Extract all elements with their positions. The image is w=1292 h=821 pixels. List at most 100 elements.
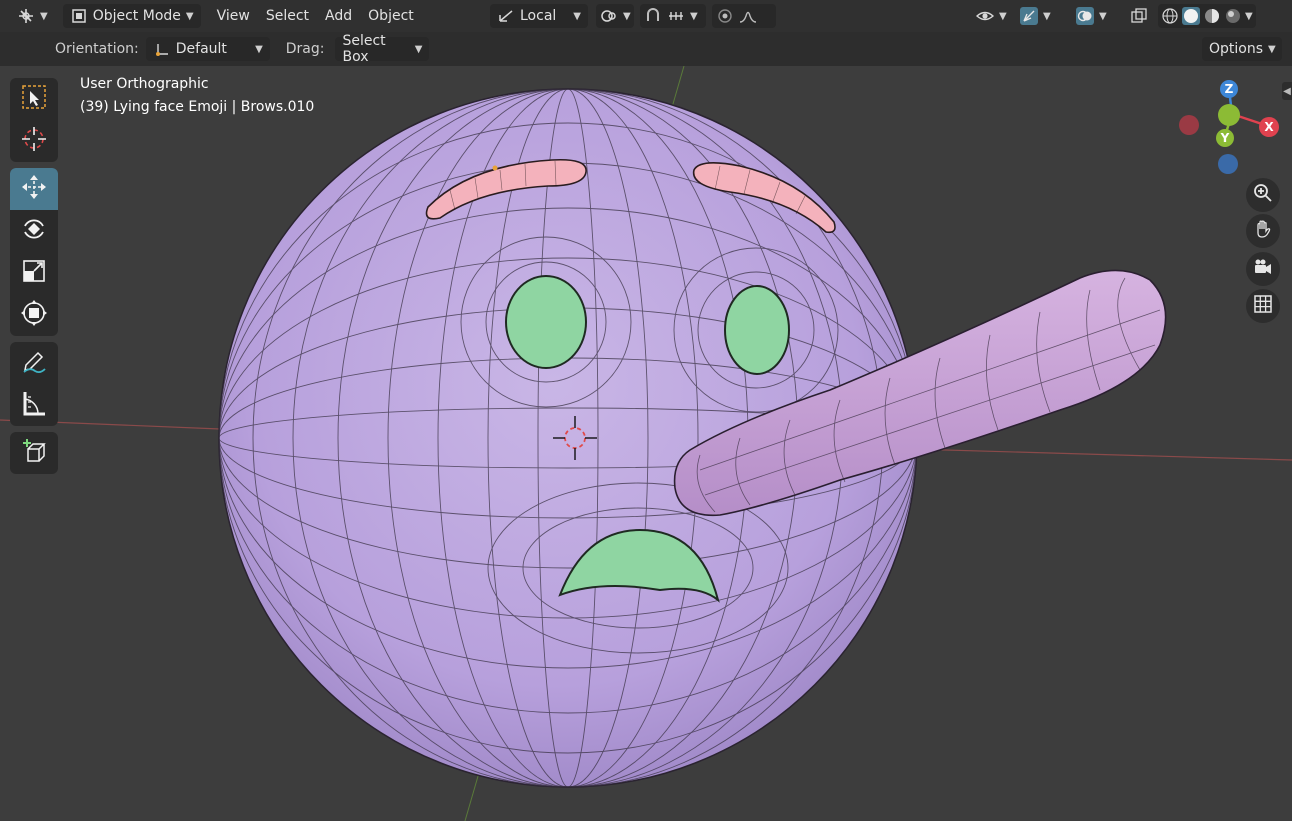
menu-object[interactable]: Object	[360, 8, 422, 24]
annotate-tool[interactable]	[10, 342, 58, 384]
drag-select-dropdown[interactable]: Select Box ▼	[335, 33, 430, 65]
editor-type-button[interactable]: ▼	[10, 4, 55, 28]
measure-ruler-icon	[20, 389, 48, 421]
chevron-down-icon[interactable]: ▼	[1245, 11, 1253, 22]
snap-increment-icon	[667, 7, 685, 25]
header-menus: View Select Add Object	[209, 8, 422, 24]
shading-solid-icon[interactable]	[1182, 7, 1200, 25]
gizmo-y[interactable]: Y	[1216, 129, 1234, 147]
overlay-toggle[interactable]: ▼	[1072, 4, 1111, 28]
snap-group[interactable]: ▼	[640, 4, 706, 28]
viewport-header: ▼ Object Mode ▼ View Select Add Object L…	[0, 0, 1292, 32]
gizmo-x[interactable]: X	[1259, 117, 1279, 137]
sidebar-toggle-arrow[interactable]: ◀	[1282, 82, 1292, 100]
transform-tool[interactable]	[10, 294, 58, 336]
chevron-down-icon: ▼	[1043, 10, 1051, 22]
transform-orientation-dropdown[interactable]: Local ▼	[490, 4, 588, 28]
orientation-default-dropdown[interactable]: Default ▼	[145, 37, 270, 61]
chevron-down-icon: ▼	[255, 43, 263, 55]
move-icon	[20, 173, 48, 205]
shading-material-icon[interactable]	[1203, 7, 1221, 25]
view-name: User Orthographic	[80, 76, 209, 92]
pivot-point-dropdown[interactable]: ▼	[596, 4, 634, 28]
object-origin	[492, 165, 498, 171]
menu-select[interactable]: Select	[258, 8, 317, 24]
add-cube-icon	[20, 437, 48, 469]
gizmo-icon	[1020, 7, 1038, 25]
overlay-icon	[1076, 7, 1094, 25]
tool-settings-header: Orientation: Default ▼ Drag: Select Box …	[0, 32, 1292, 66]
gizmo-y-neg-ball[interactable]	[1218, 104, 1240, 126]
scene-render	[0, 66, 1292, 821]
gizmo-neg-z[interactable]	[1218, 154, 1238, 174]
menu-add[interactable]: Add	[317, 8, 360, 24]
select-box-tool[interactable]	[10, 78, 58, 120]
mode-dropdown[interactable]: Object Mode ▼	[62, 4, 201, 28]
tool-group-add	[10, 432, 58, 474]
falloff-icon	[739, 7, 757, 25]
drag-value: Select Box	[342, 33, 386, 65]
move-tool[interactable]	[10, 168, 58, 210]
transform-icon	[20, 299, 48, 331]
menu-view[interactable]: View	[209, 8, 258, 24]
measure-tool[interactable]	[10, 384, 58, 426]
3d-viewport[interactable]: User Orthographic (39) Lying face Emoji …	[0, 66, 1292, 821]
chevron-down-icon: ▼	[999, 10, 1007, 22]
gizmo-z[interactable]: Z	[1220, 80, 1238, 98]
local-orientation-icon	[497, 7, 515, 25]
mode-label: Object Mode	[92, 8, 181, 24]
chevron-down-icon: ▼	[623, 10, 631, 22]
editor-type-icon	[17, 7, 35, 25]
shading-modes: ▼	[1158, 4, 1256, 28]
chevron-down-icon: ▼	[414, 43, 423, 55]
navigation-gizmo[interactable]: Z X Y	[1170, 76, 1282, 188]
pivot-icon	[600, 7, 618, 25]
chevron-down-icon: ▼	[690, 10, 698, 22]
rotate-icon	[20, 215, 48, 247]
gizmo-x-label: X	[1264, 120, 1274, 134]
gizmo-z-label: Z	[1224, 82, 1234, 96]
visibility-icon	[976, 7, 994, 25]
select-box-icon	[20, 83, 48, 115]
gizmo-neg-x[interactable]	[1179, 115, 1199, 135]
chevron-down-icon: ▼	[1099, 10, 1107, 22]
orientation-field-label: Orientation:	[55, 41, 139, 57]
tool-group-select	[10, 78, 58, 162]
left-eye	[505, 275, 587, 369]
zoom-icon	[1253, 183, 1273, 207]
drag-field-label: Drag:	[285, 41, 325, 57]
orientation-value: Default	[175, 41, 227, 57]
object-mode-icon	[70, 7, 88, 25]
pan-hand-icon	[1253, 219, 1273, 243]
chevron-down-icon: ▼	[40, 10, 48, 22]
camera-icon	[1253, 257, 1273, 281]
gizmo-toggle[interactable]: ▼	[1016, 4, 1055, 28]
scale-tool[interactable]	[10, 252, 58, 294]
xray-icon	[1130, 7, 1148, 25]
cursor-tool[interactable]	[10, 120, 58, 162]
tool-shelf	[10, 78, 58, 480]
tool-group-transform	[10, 168, 58, 336]
camera-button[interactable]	[1246, 252, 1280, 286]
rotate-tool[interactable]	[10, 210, 58, 252]
gizmo-y-label: Y	[1220, 131, 1230, 145]
shading-wireframe-icon[interactable]	[1161, 7, 1179, 25]
shading-rendered-icon[interactable]	[1224, 7, 1242, 25]
orientation-label: Local	[520, 8, 557, 24]
axis-orientation-icon	[153, 40, 171, 58]
options-dropdown[interactable]: Options ▼	[1202, 37, 1282, 61]
proportional-edit-group[interactable]	[712, 4, 776, 28]
annotate-pencil-icon	[20, 347, 48, 379]
proportional-edit-icon	[716, 7, 734, 25]
pan-button[interactable]	[1246, 214, 1280, 248]
chevron-down-icon: ▼	[1268, 43, 1276, 55]
visibility-dropdown[interactable]: ▼	[972, 4, 1011, 28]
chevron-down-icon: ▼	[185, 10, 194, 22]
cursor-icon	[20, 125, 48, 157]
grid-view-button[interactable]	[1246, 289, 1280, 323]
zoom-button[interactable]	[1246, 178, 1280, 212]
grid-view-icon	[1253, 294, 1273, 318]
xray-toggle[interactable]	[1128, 4, 1150, 28]
right-eye	[724, 285, 790, 375]
add-cube-tool[interactable]	[10, 432, 58, 474]
